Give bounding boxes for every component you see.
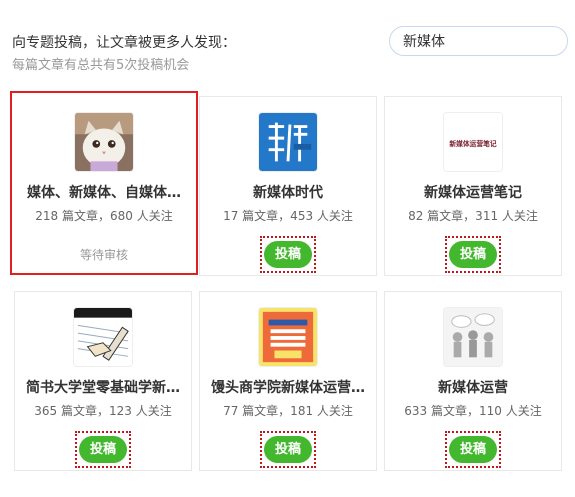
submit-button[interactable]: 投稿 — [264, 436, 312, 463]
collection-name: 新媒体运营笔记 — [424, 185, 522, 201]
collection-name: 新媒体时代 — [253, 185, 323, 201]
submit-button[interactable]: 投稿 — [449, 241, 497, 268]
collection-stats: 218 篇文章，680 人关注 — [35, 209, 173, 223]
collection-stats: 77 篇文章，181 人关注 — [223, 404, 353, 418]
collection-stats: 17 篇文章，453 人关注 — [223, 209, 353, 223]
collection-name: 馒头商学院新媒体运营… — [211, 380, 365, 396]
collection-name: 媒体、新媒体、自媒体… — [27, 185, 181, 201]
logo-text: 新媒体运营笔记 — [449, 139, 497, 148]
notebook-illustration-icon — [73, 307, 133, 367]
xin-mei-ti-logo-icon — [258, 112, 318, 172]
submit-button-focus: 投稿 — [445, 236, 501, 273]
submit-button[interactable]: 投稿 — [449, 436, 497, 463]
search-input[interactable] — [389, 26, 568, 56]
collection-card[interactable]: 新媒体时代 17 篇文章，453 人关注 投稿 — [199, 96, 377, 276]
collection-card[interactable]: 简书大学堂零基础学新… 365 篇文章，123 人关注 投稿 — [14, 291, 192, 471]
collection-name: 新媒体运营 — [438, 380, 508, 396]
submit-button[interactable]: 投稿 — [79, 436, 127, 463]
intro-title: 向专题投稿，让文章被更多人发现： — [12, 35, 236, 51]
submit-button-focus: 投稿 — [260, 236, 316, 273]
collection-card[interactable]: 新媒体运营 633 篇文章，110 人关注 投稿 — [384, 291, 562, 471]
collection-name: 简书大学堂零基础学新… — [26, 380, 180, 396]
collection-stats: 82 篇文章，311 人关注 — [408, 209, 538, 223]
people-illustration-icon — [443, 307, 503, 367]
collection-stats: 633 篇文章，110 人关注 — [404, 404, 542, 418]
cat-avatar-icon — [74, 112, 134, 172]
text-logo-icon: 新媒体运营笔记 — [443, 112, 503, 172]
collection-stats: 365 篇文章，123 人关注 — [34, 404, 172, 418]
poster-illustration-icon — [258, 307, 318, 367]
submit-button[interactable]: 投稿 — [264, 241, 312, 268]
collection-card[interactable]: 馒头商学院新媒体运营… 77 篇文章，181 人关注 投稿 — [199, 291, 377, 471]
submit-button-focus: 投稿 — [260, 431, 316, 468]
submit-button-focus: 投稿 — [445, 431, 501, 468]
submit-button-focus: 投稿 — [75, 431, 131, 468]
intro: 向专题投稿，让文章被更多人发现： 每篇文章有总共有5次投稿机会 — [12, 33, 236, 75]
collection-card[interactable]: 新媒体运营笔记 新媒体运营笔记 82 篇文章，311 人关注 投稿 — [384, 96, 562, 276]
collection-card[interactable]: 媒体、新媒体、自媒体… 218 篇文章，680 人关注 等待审核 — [10, 91, 198, 275]
intro-subtitle: 每篇文章有总共有5次投稿机会 — [12, 58, 190, 73]
pending-review-status: 等待审核 — [79, 248, 128, 262]
